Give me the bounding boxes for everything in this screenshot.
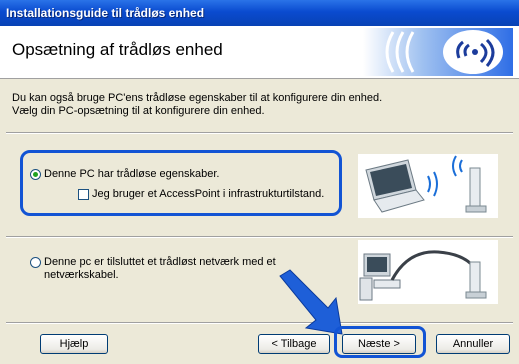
checkbox-access-point[interactable]: Jeg bruger et AccessPoint i infrastruktu… <box>78 188 324 200</box>
separator-top <box>6 132 513 134</box>
highlight-box-option-1 <box>20 150 342 216</box>
title-bar: Installationsguide til trådløs enhed <box>0 0 519 26</box>
back-button[interactable]: < Tilbage <box>258 334 330 354</box>
window-title: Installationsguide til trådløs enhed <box>6 6 205 20</box>
checkbox-box[interactable] <box>78 188 89 200</box>
separator-bottom <box>6 322 513 324</box>
radio-button-checked[interactable] <box>30 168 41 180</box>
header-panel: Opsætning af trådløs enhed <box>0 26 519 79</box>
radio-wired-pc-label-line-1: Denne pc er tilsluttet et trådløst netvæ… <box>44 256 276 268</box>
help-button[interactable]: Hjælp <box>40 334 108 354</box>
radio-wireless-pc[interactable]: Denne PC har trådløse egenskaber. <box>30 168 220 180</box>
checkbox-access-point-label: Jeg bruger et AccessPoint i infrastruktu… <box>92 188 325 200</box>
installer-window: Installationsguide til trådløs enhed Ops… <box>0 0 519 364</box>
laptop-icon <box>358 154 498 218</box>
intro-text: Du kan også bruge PC'ens trådløse egensk… <box>12 92 502 118</box>
wireless-signal-logo <box>363 28 513 76</box>
radio-wired-pc[interactable]: Denne pc er tilsluttet et trådløst netvæ… <box>30 256 276 282</box>
intro-line-1: Du kan også bruge PC'ens trådløse egensk… <box>12 92 383 104</box>
separator-middle <box>6 236 513 238</box>
desktop-pc-icon <box>358 240 498 304</box>
radio-wireless-pc-label: Denne PC har trådløse egenskaber. <box>44 168 220 180</box>
radio-wired-pc-label-line-2: netværkskabel. <box>44 269 119 281</box>
next-button[interactable]: Næste > <box>342 334 416 354</box>
page-title: Opsætning af trådløs enhed <box>12 40 223 59</box>
radio-button-unchecked[interactable] <box>30 257 41 268</box>
radio-wired-pc-label: Denne pc er tilsluttet et trådløst netvæ… <box>44 256 276 282</box>
intro-line-2: Vælg din PC-opsætning til at konfigurere… <box>12 105 265 117</box>
cancel-button[interactable]: Annuller <box>436 334 510 354</box>
